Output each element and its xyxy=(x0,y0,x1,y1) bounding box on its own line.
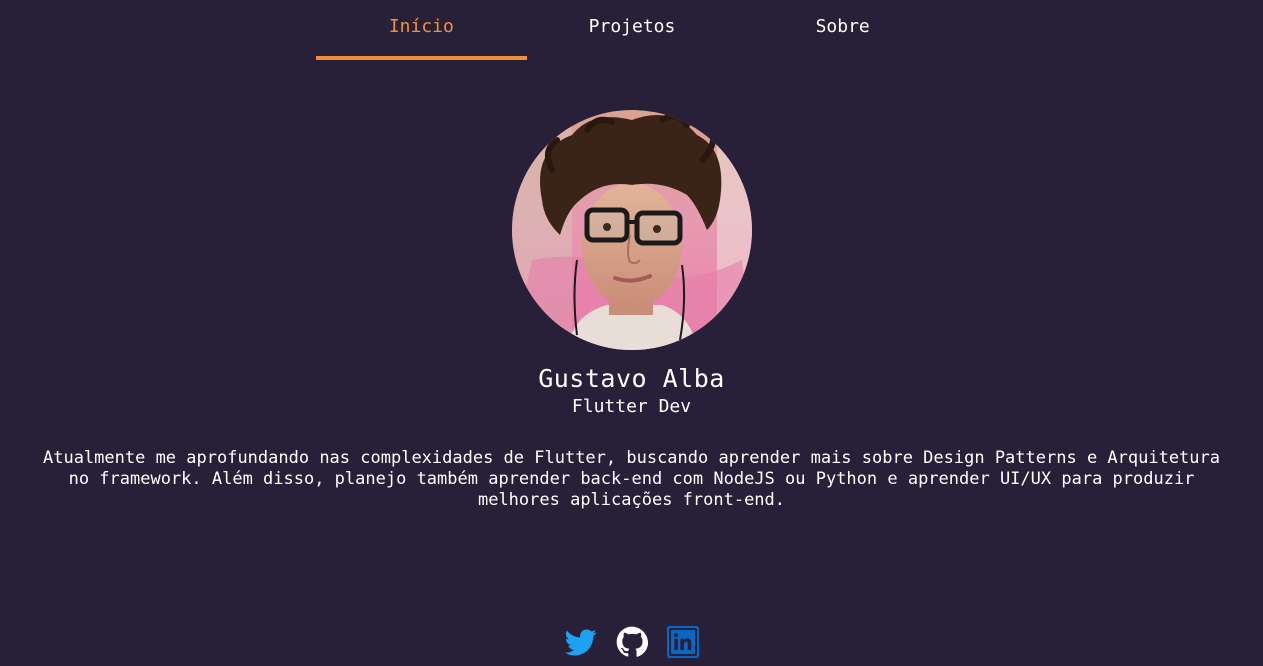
active-tab-indicator xyxy=(316,56,527,60)
profile-role: Flutter Dev xyxy=(571,396,692,417)
tab-bar: Início Projetos Sobre xyxy=(316,0,948,60)
tab-sobre-label: Sobre xyxy=(815,16,870,37)
twitter-icon[interactable] xyxy=(564,626,597,658)
social-links xyxy=(564,626,699,658)
tab-inicio-label: Início xyxy=(388,16,454,37)
profile-avatar xyxy=(512,110,752,350)
portfolio-page: Início Projetos Sobre Gustavo Alba Flutt… xyxy=(0,0,1263,666)
profile-name: Gustavo Alba xyxy=(538,364,725,393)
github-icon[interactable] xyxy=(616,626,649,658)
tab-sobre[interactable]: Sobre xyxy=(737,0,948,60)
profile-bio: Atualmente me aprofundando nas complexid… xyxy=(42,448,1220,510)
tab-inicio[interactable]: Início xyxy=(316,0,527,60)
profile-photo-image xyxy=(512,110,752,350)
linkedin-icon[interactable] xyxy=(667,626,699,658)
tab-projetos[interactable]: Projetos xyxy=(527,0,738,60)
tab-projetos-label: Projetos xyxy=(588,16,676,37)
